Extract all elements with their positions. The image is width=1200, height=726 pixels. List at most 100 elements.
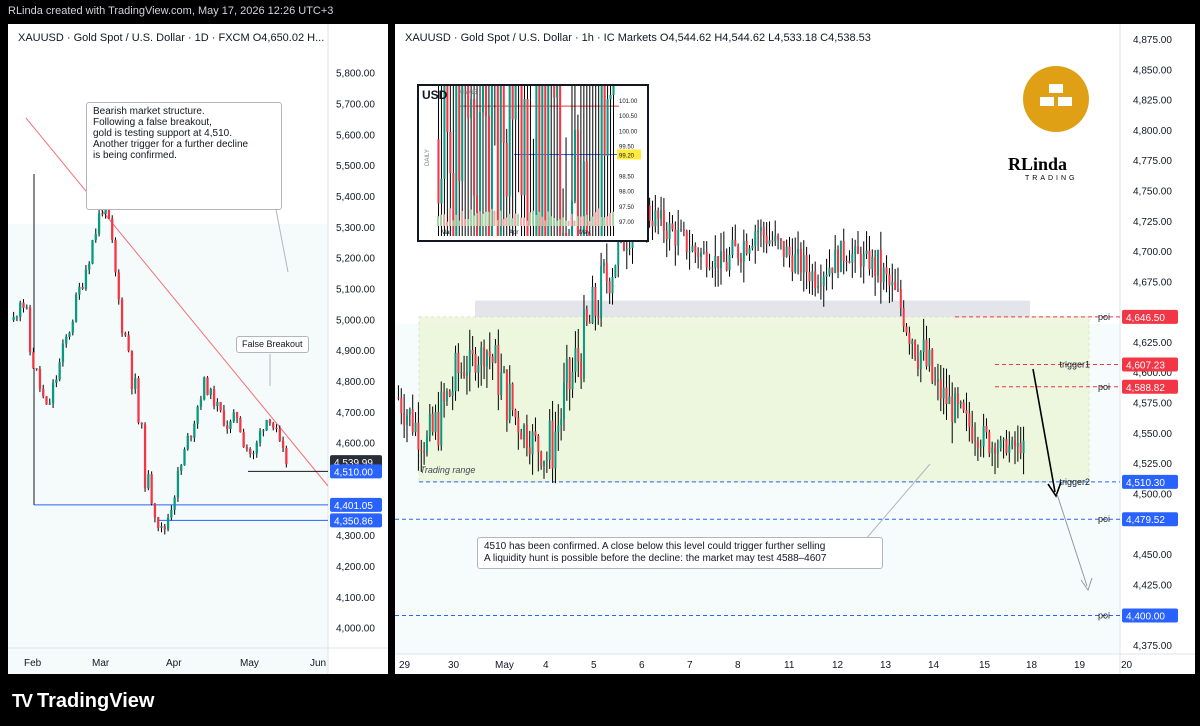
candle-body bbox=[839, 240, 842, 272]
candle-body bbox=[762, 227, 765, 236]
inset-axis-label: 98.00 bbox=[619, 190, 635, 196]
candle-body bbox=[484, 86, 487, 117]
candle-body bbox=[153, 503, 157, 518]
price-axis-label: 4,450.00 bbox=[1133, 550, 1172, 561]
inset-volume-bar bbox=[457, 220, 460, 226]
candle-body bbox=[591, 286, 594, 324]
inset-volume-bar bbox=[591, 216, 594, 226]
inset-volume-bar bbox=[534, 215, 537, 226]
candle-body bbox=[777, 235, 780, 240]
candle-body bbox=[494, 344, 497, 363]
candle-body bbox=[544, 86, 547, 236]
candle-body bbox=[785, 246, 788, 258]
candle-body bbox=[745, 241, 748, 254]
candle-body bbox=[580, 361, 583, 379]
candle-body bbox=[739, 258, 742, 262]
candle-body bbox=[574, 348, 577, 372]
candle-body bbox=[540, 452, 543, 466]
candle-body bbox=[694, 245, 697, 253]
price-tag-label: 4,479.52 bbox=[1126, 515, 1165, 526]
candle-body bbox=[535, 86, 538, 236]
candle-body bbox=[203, 377, 206, 400]
candle-body bbox=[268, 419, 272, 424]
candle-body bbox=[443, 391, 446, 402]
candle-body bbox=[797, 248, 800, 255]
candle-body bbox=[831, 267, 834, 274]
candle-body bbox=[222, 410, 226, 426]
candle-body bbox=[885, 267, 888, 275]
candle-body bbox=[461, 86, 464, 182]
time-axis-label: 18 bbox=[1026, 660, 1038, 671]
candle-body bbox=[625, 249, 628, 251]
tradingview-logo[interactable]: TV TradingView bbox=[12, 690, 154, 713]
candle-body bbox=[491, 356, 494, 363]
candle-body bbox=[505, 142, 508, 197]
candle-body bbox=[235, 412, 239, 418]
price-axis-label: 4,600.00 bbox=[336, 439, 375, 450]
level-label: trigger2 bbox=[1059, 477, 1090, 487]
candle-body bbox=[543, 461, 546, 466]
candle-body bbox=[914, 340, 917, 358]
price-tag-label: 4,510.30 bbox=[1126, 478, 1165, 489]
candle-body bbox=[956, 393, 959, 404]
candle-body bbox=[74, 294, 78, 322]
candle-body bbox=[759, 227, 762, 231]
daily-chart-panel[interactable]: 5,800.00 5,700.00 5,600.00 5,500.00 5,400.00… bbox=[8, 24, 388, 674]
candle-body bbox=[206, 377, 209, 395]
inset-volume-bar bbox=[531, 210, 534, 226]
candle-body bbox=[700, 252, 703, 258]
note-line: Following a false breakout, bbox=[93, 117, 212, 128]
level-label: poi bbox=[1098, 382, 1110, 392]
candle-body bbox=[1019, 442, 1022, 454]
time-axis-label: 15 bbox=[979, 660, 991, 671]
candle-body bbox=[511, 383, 514, 411]
candle-body bbox=[822, 276, 825, 287]
candle-body bbox=[600, 86, 603, 236]
inset-volume-bar bbox=[573, 220, 576, 226]
price-axis-label: 4,000.00 bbox=[336, 624, 375, 635]
price-axis-label: 4,825.00 bbox=[1133, 96, 1172, 107]
candle-body bbox=[731, 239, 734, 255]
inset-volume-bar bbox=[594, 212, 597, 226]
price-axis-label: 4,725.00 bbox=[1133, 217, 1172, 228]
inset-volume-bar bbox=[487, 211, 490, 226]
candle-body bbox=[242, 432, 245, 448]
candle-body bbox=[514, 410, 517, 418]
candle-body bbox=[460, 372, 463, 374]
candle-body bbox=[508, 86, 511, 197]
candle-body bbox=[101, 213, 104, 215]
candle-body bbox=[802, 255, 805, 273]
candle-body bbox=[468, 349, 471, 373]
inset-volume-bar bbox=[523, 217, 526, 226]
inset-volume-bar bbox=[526, 220, 528, 226]
candle-body bbox=[597, 316, 600, 319]
note-line: is being confirmed. bbox=[93, 150, 177, 161]
inset-volume-bar bbox=[609, 212, 612, 226]
candle-body bbox=[534, 431, 537, 436]
candle-body bbox=[697, 252, 700, 258]
time-axis-label: 11 bbox=[784, 660, 795, 671]
candle-body bbox=[463, 372, 466, 376]
level-label: poi bbox=[1098, 611, 1110, 621]
candle-body bbox=[61, 343, 65, 363]
candle-body bbox=[725, 261, 728, 271]
inset-volume-bar bbox=[478, 211, 481, 226]
candle-body bbox=[526, 99, 529, 236]
candle-body bbox=[748, 248, 751, 254]
candle-body bbox=[124, 333, 127, 336]
level-label: poi bbox=[1098, 312, 1110, 322]
candle-body bbox=[734, 239, 737, 247]
candle-body bbox=[585, 309, 588, 322]
hourly-chart-panel[interactable]: poi trigger1 poi trigger2 poi poi 4,875.00 4,85… bbox=[395, 24, 1195, 674]
candle-body bbox=[452, 173, 455, 236]
candle-body bbox=[502, 86, 505, 143]
candle-body bbox=[285, 447, 288, 465]
candle-body bbox=[674, 229, 677, 246]
candle-body bbox=[32, 352, 35, 369]
candle-body bbox=[609, 94, 612, 100]
candle-body bbox=[84, 269, 88, 289]
candle-body bbox=[577, 348, 580, 362]
time-axis-label: Feb bbox=[24, 658, 42, 669]
candle-body bbox=[939, 379, 942, 399]
candle-body bbox=[81, 286, 84, 289]
